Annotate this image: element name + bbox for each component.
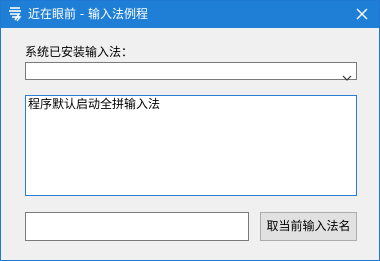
chevron-down-icon[interactable] — [342, 67, 352, 81]
ime-name-input[interactable] — [25, 212, 249, 241]
app-logo-icon — [7, 6, 23, 22]
main-window: 近在眼前 - 输入法例程 系统已安装输入法： 程序默认启动全拼输入法 取当前输入… — [0, 0, 380, 261]
output-textarea[interactable]: 程序默认启动全拼输入法 — [25, 95, 357, 196]
output-text: 程序默认启动全拼输入法 — [28, 97, 161, 111]
installed-ime-dropdown[interactable] — [25, 62, 357, 81]
title-bar[interactable]: 近在眼前 - 输入法例程 — [1, 1, 379, 28]
get-current-ime-name-button[interactable]: 取当前输入法名 — [260, 212, 357, 241]
installed-ime-label: 系统已安装输入法： — [25, 45, 134, 59]
close-icon — [356, 5, 368, 24]
window-title: 近在眼前 - 输入法例程 — [28, 7, 148, 21]
close-button[interactable] — [345, 1, 379, 28]
